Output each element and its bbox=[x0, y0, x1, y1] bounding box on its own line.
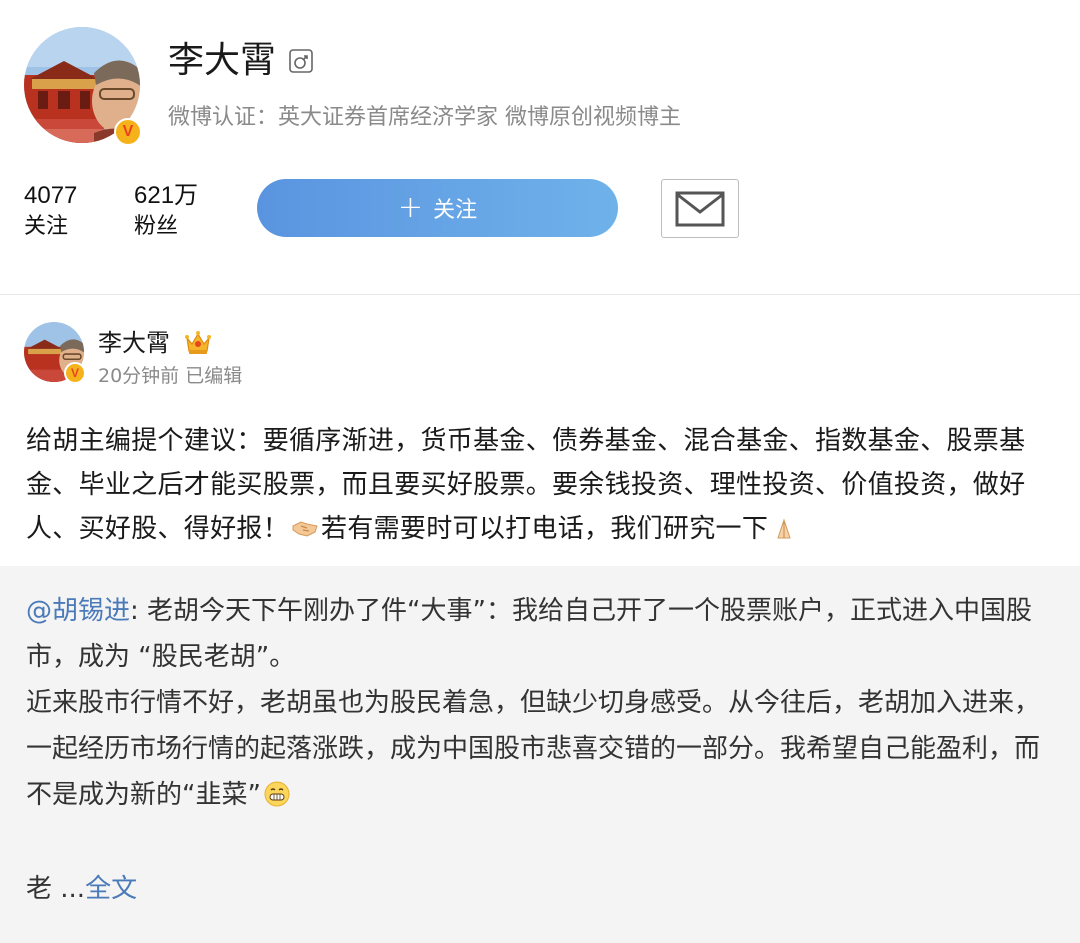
follow-button[interactable]: + 关注 bbox=[257, 179, 618, 237]
profile-name: 李大霄 bbox=[168, 40, 277, 81]
male-icon bbox=[289, 49, 313, 73]
post-author-name[interactable]: 李大霄 bbox=[98, 328, 170, 358]
following-label: 关注 bbox=[24, 214, 69, 239]
repost-text-line1: : 老胡今天下午刚办了件“大事”：我给自己开了一个股票账户，正式进入中国股市，成… bbox=[26, 596, 1032, 672]
mail-icon bbox=[675, 191, 725, 226]
post-timestamp: 20分钟前 已编辑 bbox=[98, 365, 243, 387]
handshake-icon bbox=[292, 521, 318, 537]
repost-truncated: 老 ...全文 bbox=[26, 866, 137, 912]
message-button[interactable] bbox=[661, 179, 739, 238]
fans-label: 粉丝 bbox=[134, 214, 179, 239]
truncated-prefix: 老 ... bbox=[26, 874, 86, 904]
follow-button-label: 关注 bbox=[433, 198, 478, 223]
mention-link[interactable]: @胡锡进 bbox=[26, 596, 130, 626]
fans-count: 621万 bbox=[134, 182, 199, 209]
certification-text: 微博认证：英大证券首席经济学家 微博原创视频博主 bbox=[168, 105, 681, 130]
grin-emoji-icon bbox=[264, 781, 290, 807]
post-body: 给胡主编提个建议：要循序渐进，货币基金、债券基金、混合基金、指数基金、股票基金、… bbox=[26, 419, 1056, 551]
repost-text-line2: 近来股市行情不好，老胡虽也为股民着急，但缺少切身感受。从今往后，老胡加入进来，一… bbox=[26, 688, 1041, 810]
plus-icon: + bbox=[397, 190, 424, 225]
weibo-post: V 李大霄 20分钟前 已编辑 给胡主编提个建议：要循序渐进，货币基金、债券基金… bbox=[0, 296, 1080, 943]
crown-icon[interactable] bbox=[184, 330, 212, 356]
following-count: 4077 bbox=[24, 182, 78, 209]
praying-hands-icon bbox=[777, 518, 791, 539]
verified-badge-icon: V bbox=[64, 362, 86, 384]
repost-body: @胡锡进: 老胡今天下午刚办了件“大事”：我给自己开了一个股票账户，正式进入中国… bbox=[26, 588, 1056, 818]
profile-header: V 李大霄 微博认证：英大证券首席经济学家 微博原创视频博主 4077 关注 6… bbox=[0, 0, 1080, 295]
reposted-content[interactable]: @胡锡进: 老胡今天下午刚办了件“大事”：我给自己开了一个股票账户，正式进入中国… bbox=[0, 566, 1080, 943]
full-text-link[interactable]: 全文 bbox=[85, 874, 137, 904]
fans-stat[interactable]: 621万 粉丝 bbox=[134, 181, 198, 243]
following-stat[interactable]: 4077 关注 bbox=[24, 181, 77, 243]
post-text-part2: 若有需要时可以打电话，我们研究一下 bbox=[321, 514, 769, 544]
verified-badge-icon: V bbox=[114, 118, 142, 146]
